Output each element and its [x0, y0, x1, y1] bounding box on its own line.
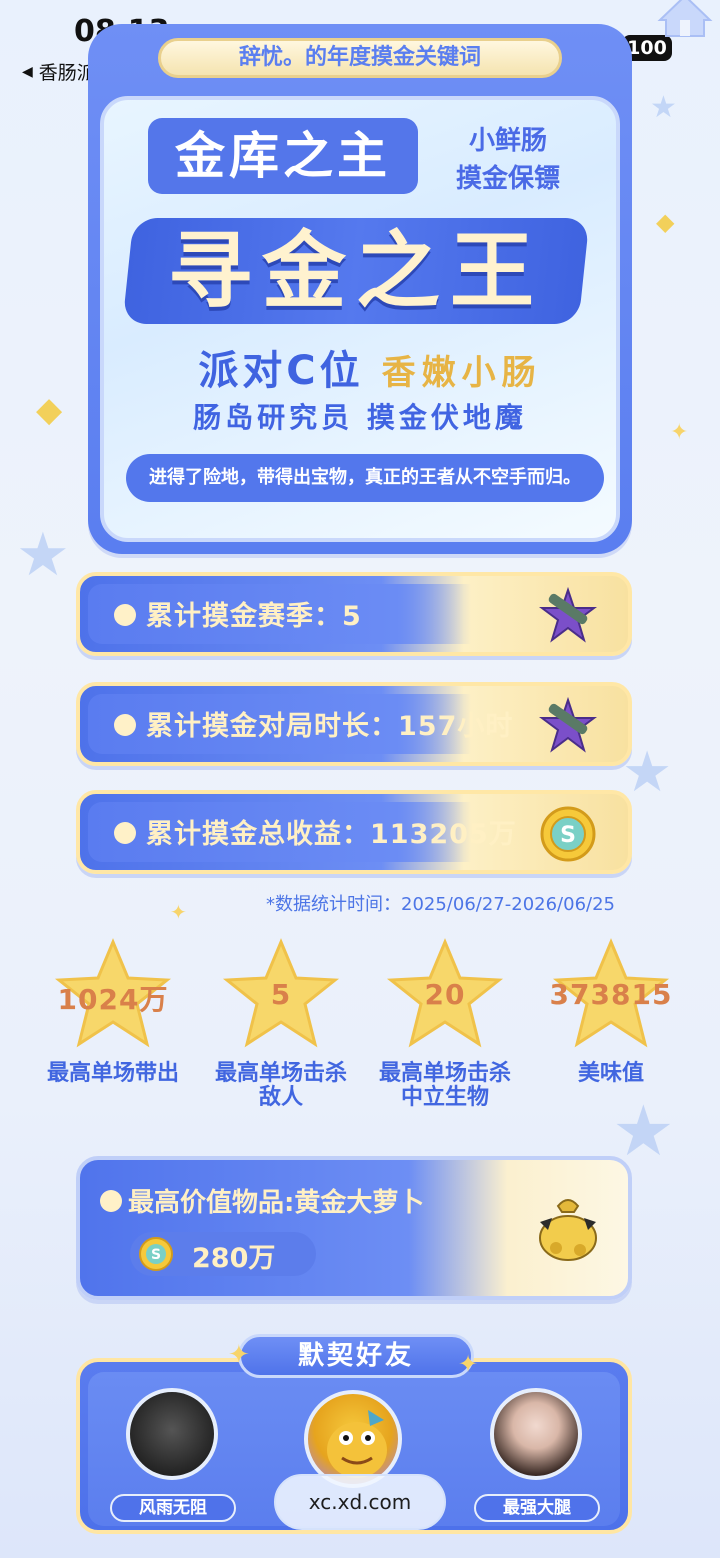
friends-title: 默契好友: [238, 1334, 474, 1378]
sparkle-icon: ✦: [170, 900, 187, 924]
highlight-label: 最高单场击杀中立生物: [378, 1061, 511, 1110]
home-icon[interactable]: [650, 0, 720, 38]
friend-avatar[interactable]: [126, 1388, 218, 1480]
svg-text:S: S: [151, 1247, 161, 1263]
title-party-c: 派对C位: [198, 348, 364, 394]
main-title: 寻金之王: [167, 222, 544, 320]
stat-seasons-label: 累计摸金赛季：5: [146, 601, 362, 632]
bullet-dot: [100, 1190, 122, 1212]
sparkle-icon: ✦: [670, 420, 689, 445]
site-watermark: xc.xd.com: [274, 1474, 446, 1530]
highlight-label: 最高单场击杀敌人: [214, 1061, 347, 1110]
highlight-value: 5: [270, 978, 292, 1011]
decorative-star-icon: ★: [650, 90, 677, 125]
data-period-note: *数据统计时间：2025/06/27-2026/06/25: [266, 894, 615, 915]
gold-treasure-bag-icon: [539, 1199, 597, 1261]
stat-bar-playtime: 累计摸金对局时长：157小时: [76, 682, 632, 766]
stat-earnings-label: 累计摸金总收益：113205万: [146, 819, 517, 850]
highlight-value: 373815: [549, 978, 673, 1011]
back-arrow-icon: ◀: [22, 63, 33, 80]
gold-coin-icon: S: [139, 1237, 173, 1271]
side-title-1: 小鲜肠: [468, 126, 547, 156]
title-sausage: 香嫩小肠: [381, 353, 542, 393]
gold-shard-icon: ◆: [36, 390, 63, 430]
svg-text:S: S: [560, 823, 576, 848]
annual-keyword-header: 辞忧。的年度摸金关键词: [158, 38, 562, 78]
gold-coin-icon: S: [540, 806, 596, 862]
bullet-dot: [114, 604, 136, 626]
title-row-4: 肠岛研究员 摸金伏地魔: [193, 401, 527, 434]
stat-bar-earnings: 累计摸金总收益：113205万 S: [76, 790, 632, 874]
sparkle-icon: ✦: [228, 1340, 250, 1370]
highlight-value: 1024万: [57, 983, 169, 1016]
friend-avatar[interactable]: [490, 1388, 582, 1480]
sparkle-icon: ✦: [458, 1350, 479, 1378]
best-item-title: 最高价值物品:黄金大萝卜: [128, 1188, 425, 1218]
highlight-tastiness: 373815 美味值: [536, 938, 686, 1086]
title-vault-master: 金库之主: [148, 118, 418, 194]
highlight-label: 美味值: [577, 1061, 644, 1086]
highlight-max-extract: 1024万 最高单场带出: [38, 938, 188, 1086]
highlight-max-neutral-kills: 20 最高单场击杀中立生物: [370, 938, 520, 1110]
highlight-max-kills: 5 最高单场击杀敌人: [206, 938, 356, 1110]
title-row-3: 派对C位 香嫩小肠: [150, 338, 590, 396]
highlight-label: 最高单场带出: [46, 1061, 179, 1086]
best-item-price: 280万: [192, 1243, 276, 1274]
friend-name: 风雨无阻: [110, 1494, 236, 1522]
stat-playtime-label: 累计摸金对局时长：157小时: [146, 711, 514, 742]
highlight-value: 20: [424, 978, 466, 1011]
friend-name: 最强大腿: [474, 1494, 600, 1522]
side-titles: 小鲜肠 摸金保镖: [448, 122, 568, 198]
side-title-2: 摸金保镖: [455, 164, 560, 194]
quote-banner: 进得了险地，带得出宝物，真正的王者从不空手而归。: [126, 454, 604, 502]
rocket-launcher-icon: [539, 586, 597, 643]
rocket-launcher-icon: [539, 696, 597, 753]
bullet-dot: [114, 714, 136, 736]
bullet-dot: [114, 822, 136, 844]
gold-shard-icon: ◆: [656, 208, 675, 236]
stat-bar-seasons: 累计摸金赛季：5: [76, 572, 632, 656]
decorative-star-icon: ★: [16, 520, 70, 590]
